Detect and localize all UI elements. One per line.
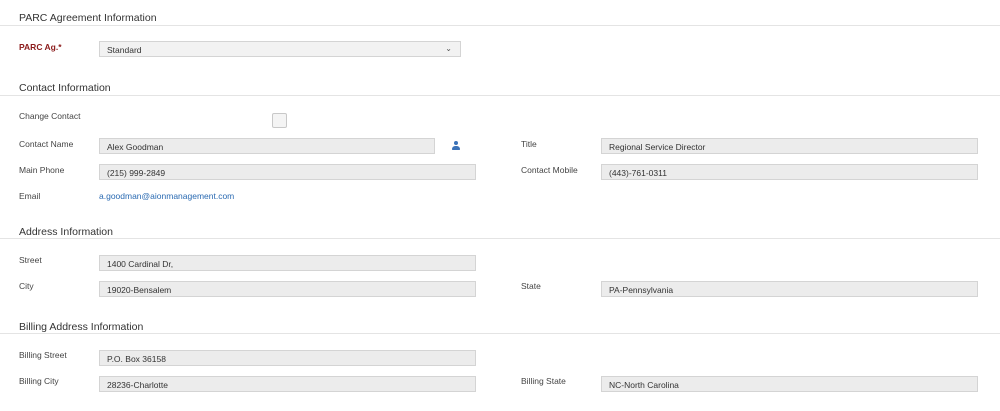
chevron-down-icon: ⌄ bbox=[445, 44, 452, 53]
street-label: Street bbox=[19, 255, 42, 265]
parc-ag-value: Standard bbox=[107, 45, 142, 55]
parc-ag-select[interactable]: Standard ⌄ bbox=[99, 41, 461, 57]
main-phone-label: Main Phone bbox=[19, 165, 65, 175]
section-divider bbox=[0, 238, 1000, 239]
parc-section-title: PARC Agreement Information bbox=[19, 12, 157, 24]
state-field[interactable]: PA-Pennsylvania bbox=[601, 281, 978, 297]
billing-state-label: Billing State bbox=[521, 376, 566, 386]
main-phone-field[interactable]: (215) 999-2849 bbox=[99, 164, 476, 180]
section-divider bbox=[0, 333, 1000, 334]
address-section-title: Address Information bbox=[19, 226, 113, 238]
billing-state-field[interactable]: NC-North Carolina bbox=[601, 376, 978, 392]
parc-ag-label: PARC Ag.* bbox=[19, 42, 62, 52]
title-field[interactable]: Regional Service Director bbox=[601, 138, 978, 154]
contact-mobile-field[interactable]: (443)-761-0311 bbox=[601, 164, 978, 180]
user-icon[interactable] bbox=[452, 141, 460, 150]
change-contact-checkbox[interactable] bbox=[272, 113, 287, 128]
contact-section-title: Contact Information bbox=[19, 82, 111, 94]
billing-city-label: Billing City bbox=[19, 376, 59, 386]
contact-name-field[interactable]: Alex Goodman bbox=[99, 138, 435, 154]
email-label: Email bbox=[19, 191, 41, 201]
city-label: City bbox=[19, 281, 34, 291]
city-field[interactable]: 19020-Bensalem bbox=[99, 281, 476, 297]
change-contact-label: Change Contact bbox=[19, 111, 81, 121]
section-divider bbox=[0, 25, 1000, 26]
billing-street-field[interactable]: P.O. Box 36158 bbox=[99, 350, 476, 366]
billing-city-field[interactable]: 28236-Charlotte bbox=[99, 376, 476, 392]
street-field[interactable]: 1400 Cardinal Dr, bbox=[99, 255, 476, 271]
email-link[interactable]: a.goodman@aionmanagement.com bbox=[99, 191, 234, 201]
section-divider bbox=[0, 95, 1000, 96]
billing-street-label: Billing Street bbox=[19, 350, 67, 360]
title-label: Title bbox=[521, 139, 537, 149]
billing-section-title: Billing Address Information bbox=[19, 321, 144, 333]
contact-name-label: Contact Name bbox=[19, 139, 74, 149]
state-label: State bbox=[521, 281, 541, 291]
contact-mobile-label: Contact Mobile bbox=[521, 165, 578, 175]
